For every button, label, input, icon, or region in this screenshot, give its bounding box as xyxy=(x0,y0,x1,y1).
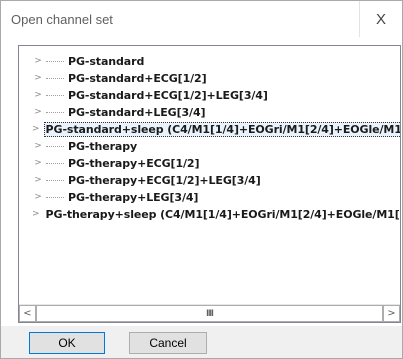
dialog-footer: OK Cancel xyxy=(1,326,402,358)
tree-item-label: PG-standard+LEG[3/4] xyxy=(68,106,206,119)
tree-connector-line xyxy=(46,163,64,164)
tree-item[interactable]: > PG-standard+ECG[1/2]+LEG[3/4] xyxy=(19,87,400,104)
tree-connector-line xyxy=(46,197,64,198)
expand-arrow-icon[interactable]: > xyxy=(32,138,44,155)
tree-item[interactable]: > PG-therapy+ECG[1/2] xyxy=(19,155,400,172)
tree-item-label: PG-therapy+ECG[1/2] xyxy=(68,157,200,170)
tree-item-selected[interactable]: > PG-standard+sleep (C4/M1[1/4]+EOGri/M1… xyxy=(19,121,400,138)
expand-arrow-icon[interactable]: > xyxy=(32,53,44,70)
tree-item-label: PG-therapy+ECG[1/2]+LEG[3/4] xyxy=(68,174,261,187)
horizontal-scrollbar[interactable]: < III > xyxy=(19,304,400,322)
tree-item[interactable]: > PG-therapy+ECG[1/2]+LEG[3/4] xyxy=(19,172,400,189)
scrollbar-grip-icon: III xyxy=(205,308,214,319)
expand-arrow-icon[interactable]: > xyxy=(32,121,40,138)
expand-arrow-icon[interactable]: > xyxy=(32,172,44,189)
tree-connector-line xyxy=(46,61,64,62)
close-icon: X xyxy=(375,10,386,28)
tree-item-label: PG-standard xyxy=(68,55,145,68)
dialog-title: Open channel set xyxy=(11,12,113,27)
cancel-button[interactable]: Cancel xyxy=(129,332,207,354)
scrollbar-thumb[interactable]: III xyxy=(36,305,383,322)
tree-item-label: PG-therapy+sleep (C4/M1[1/4]+EOGri/M1[2/… xyxy=(45,208,401,221)
open-channel-set-dialog: Open channel set X > PG-standard > PG-st… xyxy=(0,0,403,359)
tree-rows: > PG-standard > PG-standard+ECG[1/2] > P… xyxy=(19,53,400,223)
tree-item[interactable]: > PG-therapy+sleep (C4/M1[1/4]+EOGri/M1[… xyxy=(19,206,400,223)
tree-item[interactable]: > PG-standard xyxy=(19,53,400,70)
tree-connector-line xyxy=(46,112,64,113)
tree-item-label: PG-therapy+LEG[3/4] xyxy=(68,191,199,204)
title-bar[interactable]: Open channel set X xyxy=(1,1,402,37)
tree-item[interactable]: > PG-standard+LEG[3/4] xyxy=(19,104,400,121)
expand-arrow-icon[interactable]: > xyxy=(32,70,44,87)
tree-item[interactable]: > PG-therapy xyxy=(19,138,400,155)
scroll-left-button[interactable]: < xyxy=(19,305,36,322)
expand-arrow-icon[interactable]: > xyxy=(32,104,44,121)
tree-item-label: PG-standard+ECG[1/2] xyxy=(68,72,207,85)
expand-arrow-icon[interactable]: > xyxy=(32,87,44,104)
channel-set-tree[interactable]: > PG-standard > PG-standard+ECG[1/2] > P… xyxy=(18,45,401,323)
tree-item-label: PG-standard+sleep (C4/M1[1/4]+EOGri/M1[2… xyxy=(43,122,400,137)
scroll-right-button[interactable]: > xyxy=(383,305,400,322)
expand-arrow-icon[interactable]: > xyxy=(32,189,44,206)
tree-item-label: PG-standard+ECG[1/2]+LEG[3/4] xyxy=(68,89,268,102)
tree-item[interactable]: > PG-standard+ECG[1/2] xyxy=(19,70,400,87)
scroll-right-arrow-icon: > xyxy=(387,308,396,319)
tree-connector-line xyxy=(46,146,64,147)
tree-item[interactable]: > PG-therapy+LEG[3/4] xyxy=(19,189,400,206)
scroll-left-arrow-icon: < xyxy=(23,308,32,319)
tree-connector-line xyxy=(46,180,64,181)
expand-arrow-icon[interactable]: > xyxy=(32,206,40,223)
tree-connector-line xyxy=(46,95,64,96)
tree-item-label: PG-therapy xyxy=(68,140,138,153)
expand-arrow-icon[interactable]: > xyxy=(32,155,44,172)
close-button[interactable]: X xyxy=(359,1,402,37)
tree-connector-line xyxy=(46,78,64,79)
ok-button[interactable]: OK xyxy=(29,332,105,354)
